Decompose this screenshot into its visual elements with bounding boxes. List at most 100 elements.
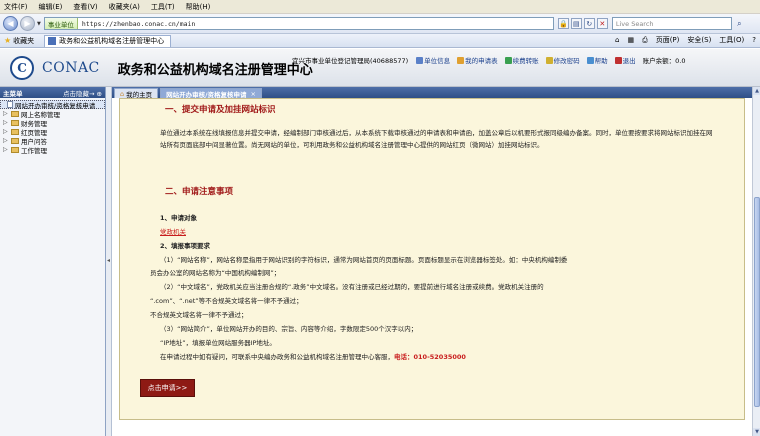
- account-balance: 账户余额：0.0: [642, 57, 686, 65]
- safety-menu[interactable]: 安全(S): [687, 35, 711, 45]
- scroll-down-icon[interactable]: ▼: [753, 428, 760, 436]
- apply-button[interactable]: 点击申请>>: [140, 379, 195, 397]
- expand-icon[interactable]: ▷: [3, 110, 9, 117]
- tab-home[interactable]: ⌂ 我的主页: [114, 88, 159, 99]
- requirement-1-cont: 员会办公室的网站名称为“中国机构编制网”；: [150, 269, 281, 277]
- history-dropdown-icon[interactable]: ▼: [37, 21, 41, 27]
- link-help[interactable]: 帮助: [586, 55, 608, 65]
- tree-item-work[interactable]: ▷ 工作管理: [0, 145, 105, 155]
- tree-item-red-page[interactable]: ▷ 红页管理: [0, 127, 105, 137]
- scroll-thumb[interactable]: [754, 197, 760, 407]
- page-menu[interactable]: 页面(P): [656, 35, 680, 45]
- phone-number: 电话：010-52035000: [394, 353, 466, 361]
- menu-help[interactable]: 帮助(H): [186, 2, 211, 12]
- scroll-up-icon[interactable]: ▲: [753, 87, 760, 95]
- requirement-2-cont: “.com”、“.net”等不合规英文域名将一律不予通过；: [150, 297, 303, 305]
- feeds-icon[interactable]: ▦: [627, 36, 634, 44]
- app-header: C CONAC 政务和公益机构域名注册管理中心 宜兴市事业单位登记管理局(406…: [0, 49, 760, 87]
- instructions-panel: 一、提交申请及加挂网站标识 单位通过本系统在线填报信息并提交申请，经编制部门审核…: [119, 98, 745, 420]
- favorites-label: 收藏夹: [13, 36, 35, 45]
- back-arrow-icon: ◀: [7, 19, 14, 28]
- tree-item-domain-management[interactable]: ▷ 网上名称管理: [0, 109, 105, 119]
- party-government-link[interactable]: 党政机关: [160, 226, 186, 236]
- menu-view[interactable]: 查看(V): [73, 2, 97, 12]
- menu-tools[interactable]: 工具(T): [151, 2, 175, 12]
- page-title: 政务和公益机构域名注册管理中心: [117, 62, 313, 78]
- requirement-4: “IP地址”，填报单位网站服务器IP地址。: [160, 339, 276, 347]
- link-renewal-transfer[interactable]: 续费转账: [504, 55, 539, 65]
- main-content: 一、提交申请及加挂网站标识 单位通过本系统在线填报信息并提交申请，经编制部门审核…: [112, 98, 752, 436]
- requirement-1: （1）“网站名称”，网站名称是指用于网站识别的字符标识，通常为网站首页的页面标题…: [160, 256, 568, 264]
- address-actions: 🔒 ▤ ↻ ✕: [557, 18, 610, 29]
- tree-item-finance[interactable]: ▷ 财务管理: [0, 118, 105, 128]
- site-favicon-icon: [48, 37, 57, 45]
- collapse-arrow-icon[interactable]: ◂: [107, 257, 110, 267]
- close-tab-icon[interactable]: ×: [251, 90, 256, 98]
- ie-command-bar: ⌂ ▦ ⎙ 页面(P) 安全(S) 工具(O) ?: [607, 35, 756, 45]
- expand-icon[interactable]: ▷: [3, 119, 9, 126]
- page-icon[interactable]: ▤: [570, 18, 582, 29]
- conac-logo-icon: C: [10, 56, 34, 80]
- item1-title: 1、申请对象: [160, 214, 198, 222]
- folder-icon: [11, 137, 19, 144]
- folder-icon: [11, 119, 19, 126]
- stop-icon[interactable]: ✕: [596, 18, 608, 29]
- search-input[interactable]: Live Search: [611, 17, 732, 30]
- folder-icon: [11, 110, 19, 117]
- logo: C CONAC 政务和公益机构域名注册管理中心: [10, 56, 313, 80]
- expand-icon[interactable]: ▷: [3, 128, 9, 135]
- vertical-scrollbar[interactable]: ▲ ▼: [752, 87, 760, 436]
- back-button[interactable]: ◀: [3, 16, 18, 31]
- favorites-button[interactable]: ★ 收藏夹: [4, 36, 34, 46]
- browser-tab-title: 政务和公益机构域名注册管理中心: [59, 37, 165, 45]
- menu-favorites[interactable]: 收藏夹(A): [109, 2, 140, 12]
- site-identity-badge[interactable]: 事业单位: [44, 18, 78, 29]
- link-my-applications[interactable]: 我的申请表: [457, 55, 498, 65]
- star-icon: ★: [4, 36, 12, 45]
- refresh-icon[interactable]: ↻: [583, 18, 595, 29]
- org-name: 宜兴市事业单位登记管理局(40688577): [292, 57, 409, 65]
- sidebar-header: 主菜单 点击隐藏→ ⊕: [0, 87, 105, 98]
- search-icon[interactable]: ⌕: [734, 18, 745, 29]
- forward-arrow-icon: ▶: [24, 19, 31, 28]
- requirement-3: （3）“网站简介”，单位网站开办的目的、宗旨、内容等介绍，字数限定500个汉字以…: [160, 325, 418, 333]
- address-url[interactable]: https://zhenbao.conac.cn/main: [78, 20, 196, 28]
- browser-tab[interactable]: 政务和公益机构域名注册管理中心: [44, 34, 172, 47]
- section2-title: 二、申请注意事项: [165, 187, 234, 197]
- document-icon: [7, 101, 13, 108]
- logo-text: CONAC: [42, 60, 100, 76]
- address-toolbar: ◀ ▶ ▼ 事业单位 https://zhenbao.conac.cn/main…: [0, 14, 760, 34]
- expand-icon[interactable]: ▷: [3, 146, 9, 153]
- tree-item-user-qa[interactable]: ▷ 用户问答: [0, 136, 105, 146]
- contact-line: 在申请过程中如有疑问，可联系中央编办政务和公益机构域名注册管理中心客服，电话：0…: [160, 353, 466, 361]
- favorites-bar: ★ 收藏夹 政务和公益机构域名注册管理中心 ⌂ ▦ ⎙ 页面(P) 安全(S) …: [0, 34, 760, 48]
- sidebar: 主菜单 点击隐藏→ ⊕ 网站开办审核/资格复核申请 ▷ 网上名称管理 ▷ 财务管…: [0, 87, 106, 436]
- lock-icon[interactable]: 🔒: [557, 18, 569, 29]
- folder-icon: [11, 128, 19, 135]
- top-links: 宜兴市事业单位登记管理局(40688577) 单位信息 我的申请表 续费转账 修…: [292, 55, 686, 65]
- home-icon[interactable]: ⌂: [615, 36, 619, 44]
- link-unit-info[interactable]: 单位信息: [416, 55, 450, 65]
- help-icon[interactable]: ?: [752, 36, 756, 44]
- link-change-password[interactable]: 修改密码: [545, 55, 580, 65]
- sidebar-title: 主菜单: [3, 89, 23, 98]
- browser-menubar: 文件(F) 编辑(E) 查看(V) 收藏夹(A) 工具(T) 帮助(H): [0, 0, 760, 14]
- forward-button[interactable]: ▶: [20, 16, 35, 31]
- tab-site-application[interactable]: 网站开办审核/资格复核申请 ×: [160, 88, 262, 99]
- section1-title: 一、提交申请及加挂网站标识: [165, 105, 276, 115]
- menu-tree: 网站开办审核/资格复核申请 ▷ 网上名称管理 ▷ 财务管理 ▷ 红页管理 ▷ 用…: [0, 98, 105, 155]
- folder-icon: [11, 146, 19, 153]
- requirement-2-note: 不合规英文域名将一律不予通过；: [150, 311, 248, 319]
- sidebar-hide-button[interactable]: 点击隐藏→ ⊕: [63, 88, 102, 98]
- expand-icon[interactable]: ▷: [3, 137, 9, 144]
- requirement-2: （2）“中文域名”，党政机关应当注册合规的“.政务”中文域名。没有注册或已经过期…: [160, 283, 544, 291]
- menu-edit[interactable]: 编辑(E): [39, 2, 63, 12]
- link-logout[interactable]: 退出: [614, 55, 636, 65]
- item2-title: 2、填报事项要求: [160, 242, 211, 250]
- section1-paragraph: 单位通过本系统在线填报信息并提交申请，经编制部门审核通过后，从本系统下载审核通过…: [160, 129, 713, 149]
- menu-file[interactable]: 文件(F): [4, 2, 28, 12]
- address-bar[interactable]: 事业单位 https://zhenbao.conac.cn/main: [43, 17, 554, 30]
- home-icon: ⌂: [120, 89, 125, 98]
- print-icon[interactable]: ⎙: [642, 36, 648, 45]
- tools-menu[interactable]: 工具(O): [719, 35, 744, 45]
